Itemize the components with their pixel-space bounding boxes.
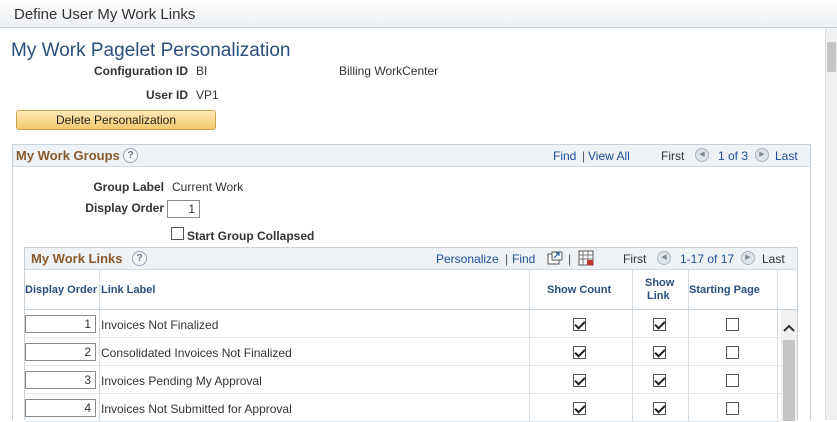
- link-label: Invoices Not Submitted for Approval: [101, 402, 292, 416]
- show-link-checkbox[interactable]: [653, 346, 666, 359]
- my-work-groups-title: My Work Groups: [16, 148, 120, 163]
- links-position: 1-17 of 17: [680, 252, 735, 266]
- table-row: 3 Invoices Pending My Approval: [25, 366, 781, 394]
- separator: |: [582, 149, 586, 163]
- display-order-label: Display Order: [85, 201, 164, 215]
- col-link-label[interactable]: Link Label: [101, 284, 155, 296]
- help-icon[interactable]: ?: [132, 251, 147, 266]
- groups-position: 1 of 3: [718, 149, 749, 163]
- group-label-value: Current Work: [172, 180, 244, 194]
- show-count-checkbox[interactable]: [573, 346, 586, 359]
- my-work-groups-header: My Work Groups ? Find | View All First ◀…: [13, 145, 810, 167]
- group-display-order-input[interactable]: 1: [167, 200, 200, 218]
- prev-arrow-icon[interactable]: ◀: [695, 148, 709, 162]
- delete-personalization-button[interactable]: Delete Personalization: [16, 110, 216, 130]
- col-show-link-line1[interactable]: Show: [645, 277, 674, 289]
- links-first-label: First: [623, 252, 647, 266]
- zoom-grid-icon[interactable]: [547, 251, 563, 265]
- col-display-order[interactable]: Display Order: [25, 284, 97, 296]
- table-row: 4 Invoices Not Submitted for Approval: [25, 394, 781, 422]
- my-work-links-title: My Work Links: [31, 251, 123, 266]
- show-link-checkbox[interactable]: [653, 374, 666, 387]
- links-find-link[interactable]: Find: [512, 252, 535, 266]
- page-scrollbar-thumb[interactable]: [827, 42, 836, 72]
- my-work-links-grid: My Work Links ? Personalize | Find | Fir…: [24, 247, 798, 422]
- link-label: Invoices Not Finalized: [101, 318, 219, 332]
- grid-scrollbar[interactable]: [781, 310, 797, 421]
- groups-find-link[interactable]: Find: [553, 149, 576, 163]
- show-link-checkbox[interactable]: [653, 402, 666, 415]
- page-title: My Work Pagelet Personalization: [11, 40, 291, 61]
- groups-last-link[interactable]: Last: [775, 149, 798, 163]
- prev-arrow-icon[interactable]: ◀: [657, 251, 671, 265]
- config-id-label: Configuration ID: [94, 64, 188, 78]
- start-group-collapsed-checkbox[interactable]: [171, 227, 184, 240]
- link-label: Consolidated Invoices Not Finalized: [101, 346, 292, 360]
- scroll-up-icon[interactable]: [783, 320, 795, 335]
- table-row: 1 Invoices Not Finalized: [25, 310, 781, 338]
- page-scrollbar[interactable]: [825, 28, 837, 420]
- groups-first-label: First: [661, 149, 685, 163]
- col-starting-page[interactable]: Starting Page: [689, 284, 760, 296]
- window-title: Define User My Work Links: [14, 6, 196, 23]
- starting-page-checkbox[interactable]: [726, 374, 739, 387]
- download-grid-icon[interactable]: [578, 250, 594, 266]
- display-order-input[interactable]: 4: [25, 399, 96, 417]
- show-count-checkbox[interactable]: [573, 318, 586, 331]
- column-header-row: Display Order Link Label Show Count Show…: [25, 270, 797, 310]
- config-id-value: BI: [196, 64, 208, 78]
- user-id-value: VP1: [196, 88, 219, 102]
- table-row: 2 Consolidated Invoices Not Finalized: [25, 338, 781, 366]
- group-label-label: Group Label: [93, 180, 164, 194]
- groups-view-all-link[interactable]: View All: [588, 149, 630, 163]
- show-link-checkbox[interactable]: [653, 318, 666, 331]
- next-arrow-icon[interactable]: ▶: [755, 148, 769, 162]
- links-last-label: Last: [762, 252, 785, 266]
- col-show-count[interactable]: Show Count: [547, 284, 611, 296]
- grid-scrollbar-thumb[interactable]: [783, 340, 795, 421]
- display-order-input[interactable]: 2: [25, 343, 96, 361]
- help-icon[interactable]: ?: [123, 148, 138, 163]
- next-arrow-icon[interactable]: ▶: [741, 251, 755, 265]
- link-label: Invoices Pending My Approval: [101, 374, 262, 388]
- show-count-checkbox[interactable]: [573, 402, 586, 415]
- window-titlebar: Define User My Work Links: [0, 0, 837, 28]
- config-description: Billing WorkCenter: [339, 64, 439, 78]
- starting-page-checkbox[interactable]: [726, 402, 739, 415]
- start-group-collapsed-label: Start Group Collapsed: [187, 229, 315, 243]
- personalize-link[interactable]: Personalize: [436, 252, 499, 266]
- display-order-input[interactable]: 3: [25, 371, 96, 389]
- show-count-checkbox[interactable]: [573, 374, 586, 387]
- my-work-links-header: My Work Links ? Personalize | Find | Fir…: [25, 248, 797, 270]
- user-id-label: User ID: [145, 88, 188, 102]
- col-show-link-line2[interactable]: Link: [647, 290, 670, 302]
- starting-page-checkbox[interactable]: [726, 346, 739, 359]
- starting-page-checkbox[interactable]: [726, 318, 739, 331]
- separator: |: [568, 252, 572, 266]
- display-order-input[interactable]: 1: [25, 315, 96, 333]
- separator: |: [505, 252, 509, 266]
